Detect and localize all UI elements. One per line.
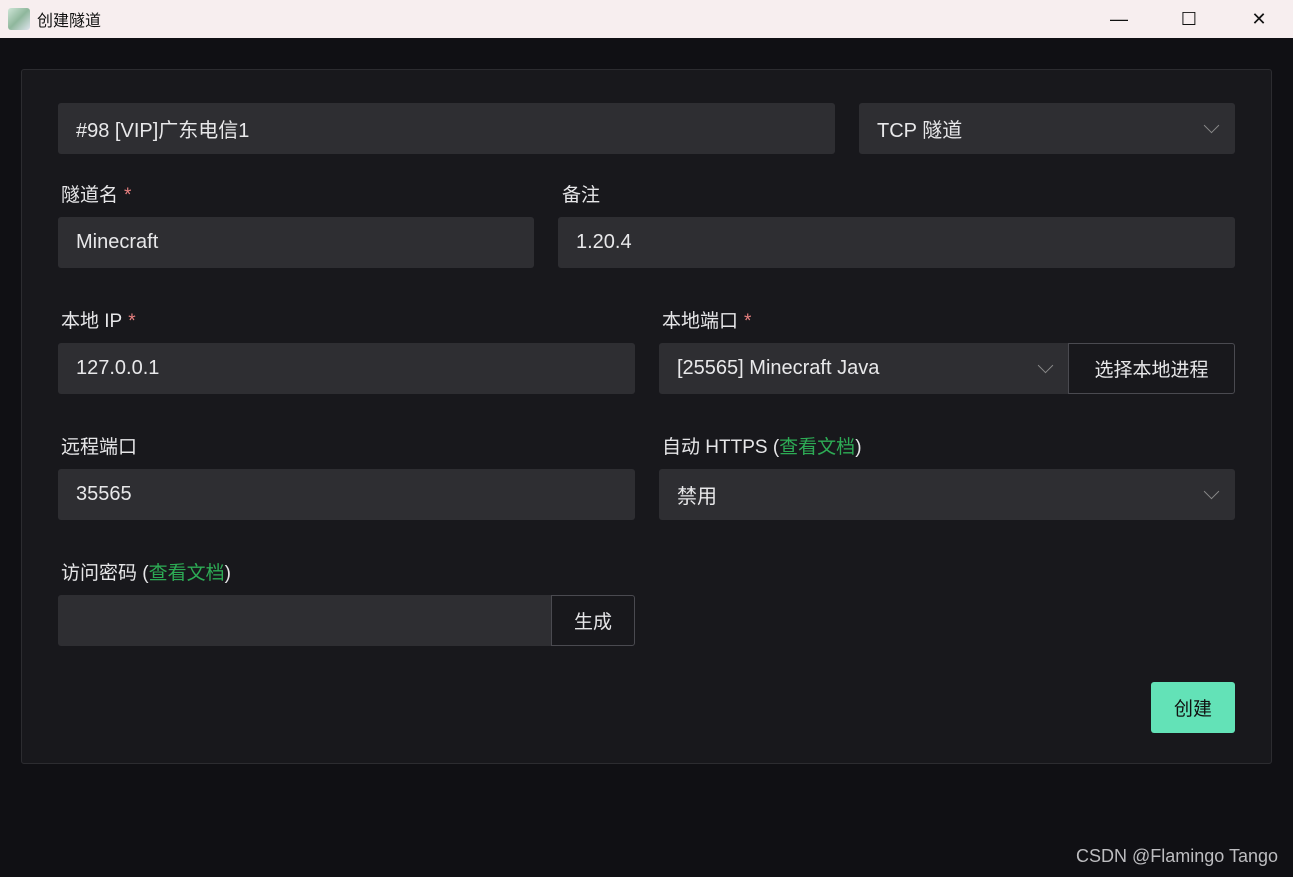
local-port-select[interactable]: [25565] Minecraft Java	[659, 343, 1069, 394]
password-label: 访问密码 (查看文档)	[61, 563, 231, 584]
name-input[interactable]: Minecraft	[58, 217, 534, 268]
local-ip-input[interactable]: 127.0.0.1	[58, 343, 635, 394]
auto-https-select[interactable]: 禁用	[659, 469, 1235, 520]
create-tunnel-form: #98 [VIP]广东电信1 TCP 隧道 隧道名 * 备注 Minecraft …	[21, 69, 1272, 764]
password-input[interactable]	[58, 595, 552, 646]
chevron-down-icon	[1203, 483, 1220, 500]
create-button[interactable]: 创建	[1151, 682, 1235, 733]
close-button[interactable]: ✕	[1224, 0, 1293, 38]
select-local-process-button[interactable]: 选择本地进程	[1068, 343, 1235, 394]
tunnel-type-value: TCP 隧道	[877, 120, 963, 142]
minimize-button[interactable]: —	[1084, 0, 1154, 38]
local-ip-label: 本地 IP *	[61, 311, 136, 332]
title-bar: 创建隧道 — ☐ ✕	[0, 0, 1293, 38]
app-icon	[8, 8, 30, 30]
chevron-down-icon	[1203, 117, 1220, 134]
server-value: #98 [VIP]广东电信1	[76, 120, 250, 142]
remote-port-label: 远程端口	[61, 437, 138, 458]
local-port-label: 本地端口 *	[662, 311, 752, 332]
maximize-button[interactable]: ☐	[1154, 0, 1224, 38]
watermark: CSDN @Flamingo Tango	[1075, 846, 1278, 866]
name-label: 隧道名 *	[61, 185, 132, 206]
remote-port-input[interactable]: 35565	[58, 469, 635, 520]
note-input[interactable]: 1.20.4	[558, 217, 1235, 268]
server-select[interactable]: #98 [VIP]广东电信1	[58, 103, 835, 154]
tunnel-type-select[interactable]: TCP 隧道	[859, 103, 1235, 154]
view-docs-link[interactable]: 查看文档	[779, 437, 855, 458]
generate-button[interactable]: 生成	[551, 595, 635, 646]
note-label: 备注	[562, 185, 601, 206]
window-title: 创建隧道	[37, 13, 102, 30]
view-docs-link[interactable]: 查看文档	[149, 563, 225, 584]
auto-https-label: 自动 HTTPS (查看文档)	[662, 437, 862, 458]
chevron-down-icon	[1037, 357, 1054, 374]
